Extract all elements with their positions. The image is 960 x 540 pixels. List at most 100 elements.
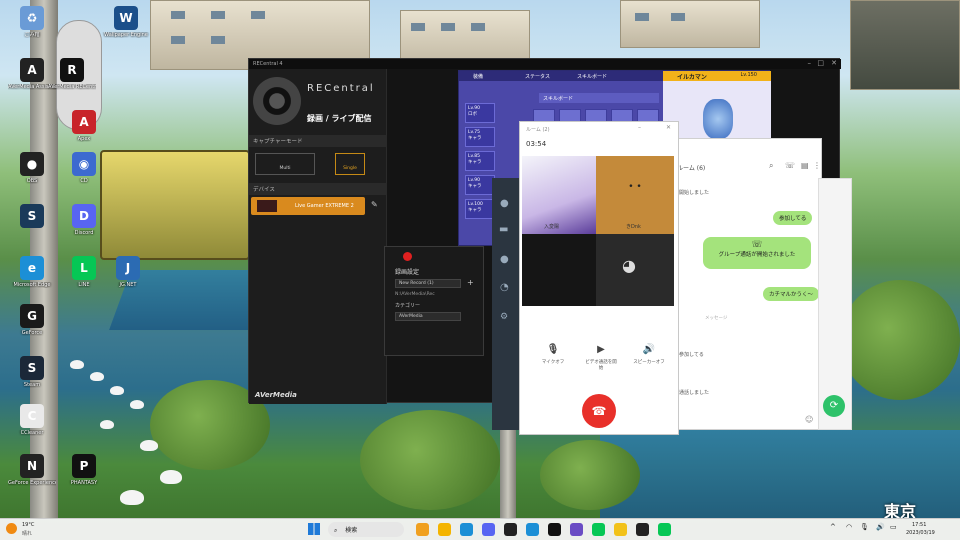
desktop-icon-wallpaper-engine[interactable]: W Wallpaper Engine — [102, 6, 150, 50]
clock-date[interactable]: 2023/03/19 — [906, 530, 935, 536]
friends-icon[interactable]: ● — [500, 198, 509, 209]
game-character-name: キャラ — [468, 160, 482, 165]
desktop-icon-ccleaner[interactable]: C CCleaner — [8, 404, 56, 448]
game-character-row[interactable]: Lv.100 キャラ — [465, 199, 495, 219]
game-right-title: イルカマン Lv.150 — [663, 71, 771, 81]
call-minimize-icon[interactable]: – — [638, 124, 641, 131]
chat-msg-3: 通話しました — [679, 390, 710, 396]
voom-icon[interactable]: ◔ — [500, 282, 509, 293]
close-icon[interactable]: ✕ — [831, 59, 837, 67]
recentral-title: RECentral 4 — [253, 61, 283, 67]
recentral-brand: RECentral — [307, 83, 375, 94]
taskbar-app-icon[interactable] — [460, 523, 473, 536]
line-sidebar: ● ▬ ● ◔ ⚙ — [492, 178, 520, 430]
game-character-row[interactable]: Lv.85 キャラ — [465, 151, 495, 171]
taskbar-app-icon[interactable] — [614, 523, 627, 536]
windows-start-icon[interactable] — [308, 523, 320, 535]
chat-icon[interactable]: ▬ — [499, 224, 508, 235]
mode-single-button[interactable]: Single — [335, 153, 365, 175]
taskbar-app-icon[interactable] — [482, 523, 495, 536]
phone-icon[interactable]: ☏ — [785, 161, 795, 170]
game-tab-2[interactable]: スキルボード — [577, 73, 607, 80]
apex-icon: A — [72, 110, 96, 134]
game-character-row[interactable]: Lv.75 キャラ — [465, 127, 495, 147]
recentral-titlebar[interactable]: RECentral 4 – □ ✕ — [249, 59, 841, 69]
line-call-window[interactable]: ルーム (2) – ✕ 03:54 入変陽 • • きDnk ◕ 🎙 マイクオフ … — [519, 121, 679, 435]
taskbar-app-icon[interactable] — [526, 523, 539, 536]
panel-category-field[interactable]: AVerMedia — [395, 312, 461, 321]
participant-1: 入変陽 — [522, 156, 596, 234]
game-tab-0[interactable]: 装備 — [473, 73, 483, 80]
record-dot-icon[interactable] — [403, 252, 412, 261]
line-fab-icon[interactable]: ⟳ — [823, 395, 845, 417]
more-icon[interactable]: ⋮ — [813, 161, 821, 170]
taskbar-app-icon[interactable] — [504, 523, 517, 536]
mic-control[interactable]: 🎙 マイクオフ — [536, 344, 570, 365]
chat-bubble-1: 参加してる — [773, 211, 813, 225]
desktop-icon-obs[interactable]: ● OBS — [8, 152, 56, 196]
avermedia-assist-icon: A — [20, 58, 44, 82]
taskbar-app-icon[interactable] — [636, 523, 649, 536]
settings-icon[interactable]: ⚙ — [500, 312, 508, 322]
panel-file-field[interactable]: New Record (1) — [395, 279, 461, 288]
desktop-icon-geforce[interactable]: G GeForce — [8, 304, 56, 348]
taskbar-app-icon[interactable] — [658, 523, 671, 536]
taskbar-app-icon[interactable] — [548, 523, 561, 536]
game-character-name: キャラ — [468, 184, 482, 189]
recentral-sidebar: RECentral 録画 / ライブ配信 キャプチャーモード Multi Sin… — [249, 69, 387, 404]
desktop-icon-nvidia[interactable]: N GeForce Experience — [8, 454, 56, 498]
desktop-icon-edge[interactable]: e Microsoft Edge — [8, 256, 56, 300]
search-icon[interactable]: ⌕ — [769, 161, 773, 171]
taskbar-app-icon[interactable] — [416, 523, 429, 536]
add-friend-icon[interactable]: ● — [500, 254, 509, 265]
desktop-icon-steam[interactable]: S Steam — [8, 356, 56, 400]
camera-control[interactable]: ▶ ビデオ通話を開始 — [584, 344, 618, 371]
desktop-icon-line[interactable]: L LINE — [60, 256, 108, 300]
volume-icon[interactable]: 🔊 — [876, 523, 885, 531]
speaker-icon: 🔊 — [642, 344, 656, 355]
device-edit-icon[interactable]: ✎ — [371, 200, 378, 209]
game-tab-1[interactable]: ステータス — [525, 73, 550, 80]
desktop-icon-recycle-bin[interactable]: ♻ ごみ箱 — [8, 6, 56, 50]
participant-2-name: きDnk — [626, 224, 641, 230]
desktop-icon-avermedia-recentral[interactable]: R AVerMedia RECentral — [48, 58, 96, 102]
desktop-icon-discord[interactable]: D Discord — [60, 204, 108, 248]
record-settings-panel[interactable]: 録画設定 New Record (1) + N:\AVerMedia\Rec カ… — [384, 246, 484, 356]
taskbar-search[interactable]: ⌕ 検索 — [328, 522, 404, 537]
clock-time[interactable]: 17:51 — [912, 522, 926, 528]
speaker-control[interactable]: 🔊 スピーカーオフ — [632, 344, 666, 365]
mode-multi-button[interactable]: Multi — [255, 153, 315, 175]
line-chat-window[interactable]: ルーム (6) ⌕ ☏ ▤ ⋮ 開始しました 参加してる ☏ グループ通話が開始… — [670, 138, 822, 430]
call-close-icon[interactable]: ✕ — [666, 124, 671, 131]
line-icon: L — [72, 256, 96, 280]
tray-up-icon[interactable]: ^ — [830, 523, 836, 531]
game-character-row[interactable]: Lv.90 ロボ — [465, 103, 495, 123]
add-icon[interactable]: + — [467, 278, 474, 287]
minimize-icon[interactable]: – — [808, 59, 812, 67]
note-icon[interactable]: ▤ — [801, 161, 809, 170]
taskbar-app-icon[interactable] — [438, 523, 451, 536]
taskbar-app-icon[interactable] — [570, 523, 583, 536]
wifi-icon[interactable]: ◠ — [846, 523, 852, 531]
mic-icon: 🎙 — [546, 344, 560, 355]
desktop-icon-pixel[interactable]: P PHANTASY — [60, 454, 108, 498]
desktop-icon-steam-link[interactable]: S — [8, 204, 56, 248]
desktop-icon-apex[interactable]: A Apex — [60, 110, 108, 154]
hang-up-button[interactable]: ☎ — [582, 394, 616, 428]
weather-icon — [6, 523, 17, 534]
chat-bubble-2: カチマルかうく〜 — [763, 287, 820, 301]
desktop-icon-jgnet[interactable]: J JG.NET — [104, 256, 152, 300]
desktop-icon-cd[interactable]: ◉ CD — [60, 152, 108, 196]
desktop-icon-label: GeForce — [21, 330, 43, 336]
network-icon[interactable]: ▭ — [890, 523, 897, 531]
emoji-icon[interactable]: ☺ — [805, 415, 813, 424]
taskbar-app-icon[interactable] — [592, 523, 605, 536]
mic-tray-icon[interactable]: 🎙 — [860, 523, 869, 531]
game-character-row[interactable]: Lv.90 キャラ — [465, 175, 495, 195]
call-started-bubble: ☏ グループ通話が開始されました — [703, 237, 811, 269]
maximize-icon[interactable]: □ — [817, 59, 824, 67]
participant-2: • • きDnk — [596, 156, 674, 234]
cd-icon: ◉ — [72, 152, 96, 176]
device-item[interactable]: Live Gamer EXTREME 2 — [251, 197, 365, 215]
desktop-icon-label: Apex — [77, 136, 91, 142]
